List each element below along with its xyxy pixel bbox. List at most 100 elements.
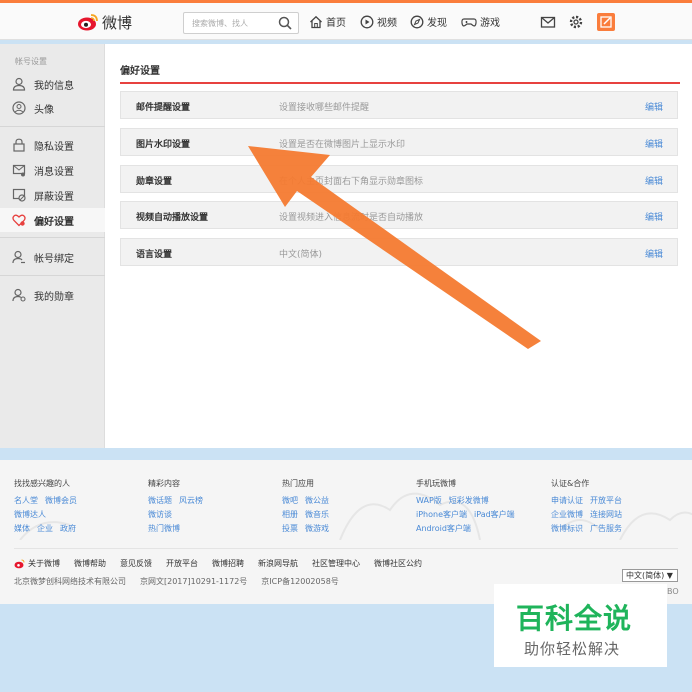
footer-link[interactable]: WAP版 [416,496,442,505]
sidebar-item-medals[interactable]: 我的勋章 [12,285,74,305]
search-box[interactable] [183,12,299,34]
footer-link[interactable]: 投票 [282,524,298,533]
medal-user-icon [12,288,26,302]
footer-link[interactable]: 企业微博 [551,510,583,519]
setting-description: 设置是否在微博图片上显示水印 [279,140,406,150]
compose-icon[interactable] [597,13,615,31]
footer-link[interactable]: 微博会员 [45,496,77,505]
company-name: 北京微梦创科网络技术有限公司 [14,577,126,586]
footer-link[interactable]: 微博达人 [14,510,46,519]
footer-bottom-link[interactable]: 新浪网导航 [258,558,298,569]
footer-link[interactable]: 相册 [282,510,298,519]
footer-link[interactable]: 连接网站 [590,510,622,519]
footer-link[interactable]: 企业 [37,524,53,533]
watermark-subtitle: 助你轻松解决 [524,640,621,658]
corner-text: BO [667,587,679,596]
edit-link[interactable]: 编辑 [645,174,663,187]
nav-video[interactable]: 视频 [360,14,397,29]
footer-bottom-link[interactable]: 开放平台 [166,558,198,569]
sidebar-item-label: 隐私设置 [34,141,74,153]
nav-home-label: 首页 [326,18,346,29]
logo-text: 微博 [102,13,133,32]
sidebar-divider [0,275,105,276]
footer-bottom-link[interactable]: 社区管理中心 [312,558,360,569]
sidebar-item-privacy[interactable]: 隐私设置 [12,135,74,155]
footer-bottom-link[interactable]: 微博社区公约 [374,558,422,569]
footer-link[interactable]: 政府 [60,524,76,533]
footer-bottom-link[interactable]: 意见反馈 [120,558,152,569]
sidebar-group-label: 帐号设置 [15,57,47,66]
sidebar: 帐号设置 我的信息 头像 隐私设置 消息设置 屏蔽设置 偏好设置 帐号绑定 我的… [0,44,105,448]
sidebar-item-preferences[interactable]: 偏好设置 [12,210,74,230]
avatar-icon [12,101,26,115]
edit-link[interactable]: 编辑 [645,210,663,223]
mail-icon[interactable] [540,14,556,30]
footer-link[interactable]: 微访谈 [148,510,172,519]
setting-description: 设置接收哪些邮件提醒 [279,103,370,113]
discover-icon [410,15,424,28]
footer-column: 认证&合作 申请认证 开放平台 企业微博 连接网站 微博标识 广告服务 [551,477,629,536]
gear-icon[interactable] [568,14,584,30]
baike-watermark: 百科全说 助你轻松解决 [494,584,667,667]
block-icon [12,188,26,202]
footer-link[interactable]: 广告服务 [590,524,622,533]
setting-row-email: 邮件提醒设置 设置接收哪些邮件提醒 编辑 [120,91,678,119]
footer-bottom-links: 关于微博 微博帮助 意见反馈 开放平台 微博招聘 新浪网导航 社区管理中心 微博… [14,558,436,569]
setting-row-video-autoplay: 视频自动播放设置 设置视频进入信息流时是否自动播放 编辑 [120,201,678,229]
sidebar-item-label: 消息设置 [34,166,74,178]
sidebar-item-account-binding[interactable]: 帐号绑定 [12,247,74,267]
heart-gear-icon [12,214,26,227]
footer-heading: 认证&合作 [551,479,590,488]
footer-divider [14,548,678,549]
footer-link[interactable]: 媒体 [14,524,30,533]
footer-link[interactable]: 微博标识 [551,524,583,533]
footer-link[interactable]: 开放平台 [590,496,622,505]
nav-home[interactable]: 首页 [309,14,346,29]
search-icon[interactable] [278,16,292,30]
sidebar-item-block[interactable]: 屏蔽设置 [12,185,74,205]
weibo-eye-icon [78,14,98,31]
footer-bottom-link[interactable]: 微博招聘 [212,558,244,569]
footer-link[interactable]: 风云榜 [179,496,203,505]
video-icon [360,15,374,28]
sidebar-item-message[interactable]: 消息设置 [12,160,74,180]
footer-link[interactable]: iPhone客户端 [416,510,467,519]
edit-link[interactable]: 编辑 [645,247,663,260]
edit-link[interactable]: 编辑 [645,137,663,150]
top-nav-bar: 微博 首页 视频 发现 游戏 [0,0,692,40]
footer-link[interactable]: 热门微博 [148,524,180,533]
sidebar-item-label: 我的勋章 [34,291,74,303]
weibo-logo[interactable]: 微博 [76,10,132,34]
footer-bottom-link[interactable]: 微博帮助 [74,558,106,569]
footer-link[interactable]: 微公益 [305,496,329,505]
setting-name: 邮件提醒设置 [136,103,191,113]
watermark-title: 百科全说 [516,602,633,635]
footer-link[interactable]: 名人堂 [14,496,38,505]
footer-heading: 热门应用 [282,479,314,488]
message-icon [12,164,26,177]
footer-column: 热门应用 微吧 微公益 相册 微音乐 投票 微游戏 [282,477,336,536]
footer-link[interactable]: 微音乐 [305,510,329,519]
footer-heading: 精彩内容 [148,479,180,488]
footer-link[interactable]: 申请认证 [551,496,583,505]
sidebar-item-my-info[interactable]: 我的信息 [12,74,74,94]
footer-link[interactable]: Android客户端 [416,524,471,533]
footer-column: 找找感兴趣的人 名人堂 微博会员 微博达人 媒体 企业 政府 [14,477,84,536]
footer-link[interactable]: 微吧 [282,496,298,505]
edit-link[interactable]: 编辑 [645,100,663,113]
sidebar-item-avatar[interactable]: 头像 [12,98,54,118]
title-divider [120,82,680,84]
footer-bottom-link[interactable]: 关于微博 [28,558,60,569]
footer-link[interactable]: 短彩发微博 [449,496,489,505]
sidebar-item-label: 头像 [34,104,54,116]
setting-name: 图片水印设置 [136,140,191,150]
footer-link[interactable]: iPad客户端 [474,510,515,519]
nav-discover[interactable]: 发现 [410,14,447,29]
language-select[interactable]: 中文(简体) ▼ [622,569,678,582]
nav-game[interactable]: 游戏 [461,14,500,29]
search-input[interactable] [184,13,272,33]
user-link-icon [12,250,25,264]
footer-column: 精彩内容 微话题 风云榜 微访谈 热门微博 [148,477,210,536]
footer-link[interactable]: 微游戏 [305,524,329,533]
footer-link[interactable]: 微话题 [148,496,172,505]
